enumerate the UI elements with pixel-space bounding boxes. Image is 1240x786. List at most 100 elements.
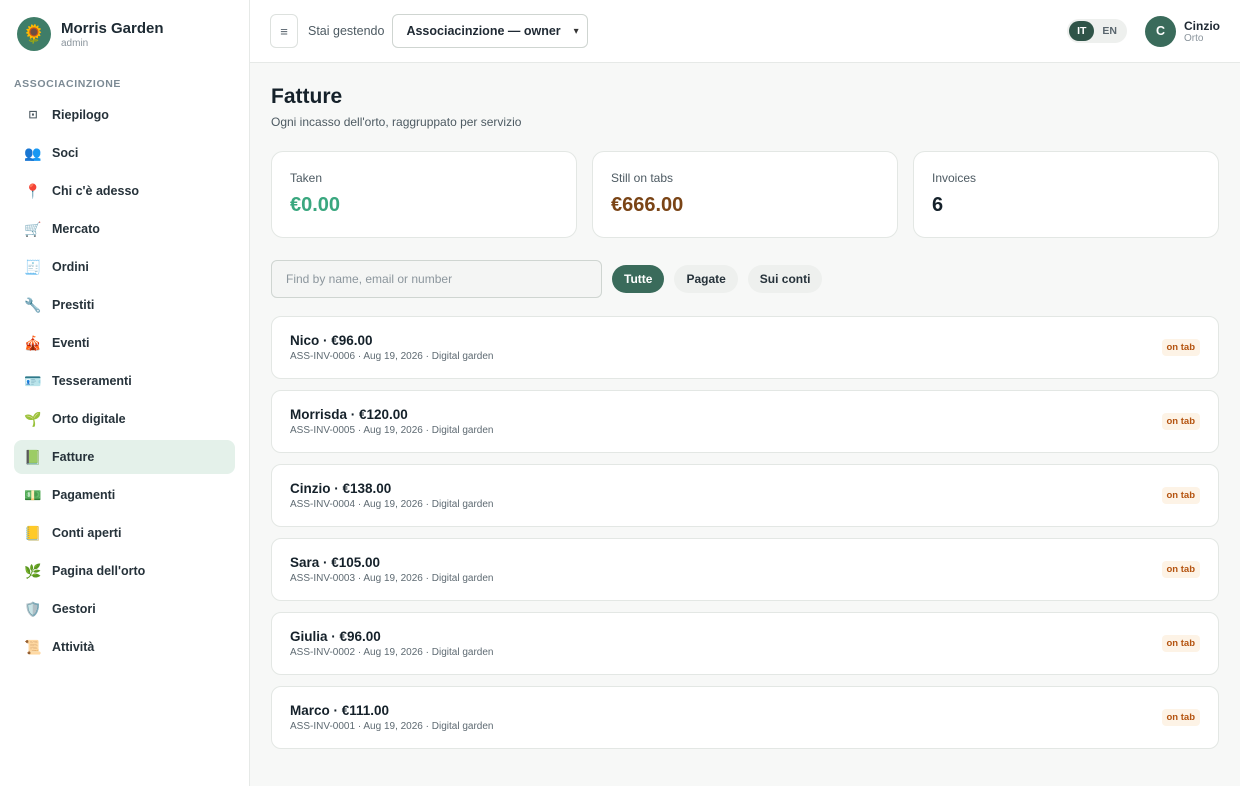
page-title: Fatture xyxy=(271,85,343,108)
sidebar-item[interactable]: 🛒 Mercato xyxy=(14,212,235,246)
stat-label: Taken xyxy=(290,171,323,185)
stat-label: Still on tabs xyxy=(611,171,674,185)
status-badge: on tab xyxy=(1161,413,1200,430)
language-option[interactable]: EN xyxy=(1094,21,1125,41)
status-badge: on tab xyxy=(1161,635,1200,652)
shield-icon: 🛡️ xyxy=(24,601,42,617)
sidebar-item[interactable]: 🧾 Ordini xyxy=(14,250,235,284)
sidebar-item[interactable]: 👥 Soci xyxy=(14,136,235,170)
sidebar-item-label: Mercato xyxy=(52,222,100,236)
language-option[interactable]: IT xyxy=(1069,21,1095,41)
user-text: Cinzio Orto xyxy=(1184,19,1220,44)
sidebar-item[interactable]: 📍 Chi c'è adesso xyxy=(14,174,235,208)
invoice-text: Sara · €105.00 ASS-INV-0003 · Aug 19, 202… xyxy=(290,555,1162,584)
sidebar-item-label: Prestiti xyxy=(52,298,95,312)
chevron-down-icon: ▾ xyxy=(573,25,579,37)
sidebar-item-label: Attività xyxy=(52,640,95,654)
sidebar-item-label: Ordini xyxy=(52,260,89,274)
invoice-title: Marco · €111.00 xyxy=(290,703,390,718)
organization-select[interactable]: Associacinzione — owner ▾ xyxy=(392,14,588,48)
green-book-icon: 📗 xyxy=(24,449,42,465)
filters-bar: Tutte Pagate Sui conti xyxy=(271,260,1219,298)
sidebar-item[interactable]: 📜 Attività xyxy=(14,630,235,664)
invoice-row[interactable]: Marco · €111.00 ASS-INV-0001 · Aug 19, 20… xyxy=(271,686,1219,749)
sidebar-item-label: Pagina dell'orto xyxy=(52,564,146,578)
invoice-meta: ASS-INV-0004 · Aug 19, 2026 · Digital ga… xyxy=(290,499,494,510)
brand-name: Morris Garden xyxy=(61,19,164,37)
sidebar-nav: ⊡ Riepilogo 👥 Soci 📍 Chi c'è adesso 🛒 Mercato 🧾 O… xyxy=(14,98,235,664)
sidebar-item-label: Gestori xyxy=(52,602,96,616)
invoice-meta: ASS-INV-0005 · Aug 19, 2026 · Digital ga… xyxy=(290,425,494,436)
invoice-meta: ASS-INV-0001 · Aug 19, 2026 · Digital ga… xyxy=(290,721,494,732)
members-icon: 👥 xyxy=(24,145,42,161)
managing-label: Stai gestendo xyxy=(308,24,385,38)
invoice-meta: ASS-INV-0002 · Aug 19, 2026 · Digital ga… xyxy=(290,647,494,658)
sunflower-icon: 🌻 xyxy=(17,17,51,51)
hamburger-icon: ≡ xyxy=(280,23,288,39)
user-context: Orto xyxy=(1184,32,1204,44)
main-area: ≡ Stai gestendo Associacinzione — owner … xyxy=(250,0,1240,786)
stat-label: Invoices xyxy=(932,171,977,185)
sidebar-item[interactable]: 📒 Conti aperti xyxy=(14,516,235,550)
stat-card: Invoices 6 xyxy=(913,151,1219,238)
invoice-row[interactable]: Nico · €96.00 ASS-INV-0006 · Aug 19, 2026… xyxy=(271,316,1219,379)
user-menu[interactable]: C Cinzio Orto xyxy=(1145,15,1220,47)
sidebar-item-label: Chi c'è adesso xyxy=(52,184,140,198)
invoice-text: Marco · €111.00 ASS-INV-0001 · Aug 19, 20… xyxy=(290,703,1162,732)
invoice-row[interactable]: Sara · €105.00 ASS-INV-0003 · Aug 19, 202… xyxy=(271,538,1219,601)
app: 🌻 Morris Garden admin ASSOCIACINZIONE ⊡ R… xyxy=(0,0,1240,786)
invoice-text: Morrisda · €120.00 ASS-INV-0005 · Aug 19,… xyxy=(290,407,1162,436)
id-card-icon: 🪪 xyxy=(24,373,42,389)
stat-value: €0.00 xyxy=(290,194,341,216)
invoice-title: Sara · €105.00 xyxy=(290,555,381,570)
sidebar-item[interactable]: ⊡ Riepilogo xyxy=(14,98,235,132)
sidebar-item[interactable]: 🌿 Pagina dell'orto xyxy=(14,554,235,588)
sidebar-item[interactable]: 🛡️ Gestori xyxy=(14,592,235,626)
sidebar-item[interactable]: 🔧 Prestiti xyxy=(14,288,235,322)
invoice-row[interactable]: Morrisda · €120.00 ASS-INV-0005 · Aug 19,… xyxy=(271,390,1219,453)
sidebar-item-label: Eventi xyxy=(52,336,90,350)
sidebar-item-label: Orto digitale xyxy=(52,412,126,426)
invoice-text: Nico · €96.00 ASS-INV-0006 · Aug 19, 2026… xyxy=(290,333,1162,362)
avatar: C xyxy=(1145,15,1176,47)
herb-icon: 🌿 xyxy=(24,563,42,579)
sidebar-item[interactable]: 🌱 Orto digitale xyxy=(14,402,235,436)
invoice-row[interactable]: Giulia · €96.00 ASS-INV-0002 · Aug 19, 20… xyxy=(271,612,1219,675)
wrench-icon: 🔧 xyxy=(24,297,42,313)
filter-chip[interactable]: Pagate xyxy=(674,265,738,293)
dashboard-icon: ⊡ xyxy=(28,108,38,121)
sidebar-item-label: Conti aperti xyxy=(52,526,122,540)
invoice-text: Giulia · €96.00 ASS-INV-0002 · Aug 19, 20… xyxy=(290,629,1162,658)
sidebar-section-label: ASSOCIACINZIONE xyxy=(14,78,122,90)
search-input[interactable] xyxy=(271,260,602,298)
user-name: Cinzio xyxy=(1184,18,1220,33)
invoice-title: Giulia · €96.00 xyxy=(290,629,381,644)
invoice-meta: ASS-INV-0003 · Aug 19, 2026 · Digital ga… xyxy=(290,573,494,584)
page-subtitle: Ogni incasso dell'orto, raggruppato per … xyxy=(271,115,522,129)
sidebar-item[interactable]: 🪪 Tesseramenti xyxy=(14,364,235,398)
sidebar-item[interactable]: 🎪 Eventi xyxy=(14,326,235,360)
pin-icon: 📍 xyxy=(24,183,42,199)
sidebar-item[interactable]: 💵 Pagamenti xyxy=(14,478,235,512)
cart-icon: 🛒 xyxy=(24,221,42,237)
sidebar-item-label: Riepilogo xyxy=(52,108,109,122)
stat-card: Still on tabs €666.00 xyxy=(592,151,898,238)
ledger-icon: 📒 xyxy=(24,525,42,541)
sidebar-item-label: Soci xyxy=(52,146,79,160)
filter-chip[interactable]: Sui conti xyxy=(747,265,823,293)
sidebar-item[interactable]: 📗 Fatture xyxy=(14,440,235,474)
status-badge: on tab xyxy=(1161,339,1200,356)
scroll-icon: 📜 xyxy=(24,639,42,655)
brand[interactable]: 🌻 Morris Garden admin xyxy=(14,16,235,52)
banknote-icon: 💵 xyxy=(24,487,42,503)
sidebar: 🌻 Morris Garden admin ASSOCIACINZIONE ⊡ R… xyxy=(0,0,250,786)
invoice-row[interactable]: Cinzio · €138.00 ASS-INV-0004 · Aug 19, 2… xyxy=(271,464,1219,527)
circus-tent-icon: 🎪 xyxy=(24,335,42,351)
filter-chip[interactable]: Tutte xyxy=(612,265,665,293)
menu-toggle-button[interactable]: ≡ xyxy=(270,14,298,48)
stat-card: Taken €0.00 xyxy=(271,151,577,238)
topbar-right: IT EN C Cinzio Orto xyxy=(1067,15,1220,47)
brand-text: Morris Garden admin xyxy=(61,20,164,49)
invoice-list: Nico · €96.00 ASS-INV-0006 · Aug 19, 2026… xyxy=(271,316,1219,749)
receipt-icon: 🧾 xyxy=(24,259,42,275)
